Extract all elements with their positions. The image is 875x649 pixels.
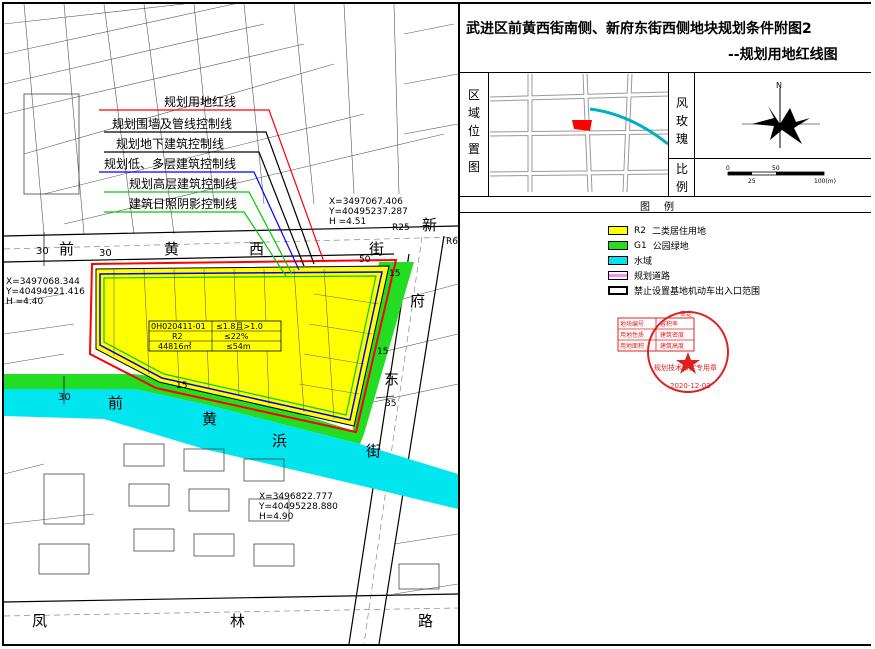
street-xfdj-4: 街 <box>366 442 381 460</box>
stamp-top: 审定 <box>680 310 692 318</box>
dim-6: 35 <box>385 399 396 409</box>
dim-5: 15 <box>377 347 388 357</box>
stamp-date: 2020-12-03 <box>670 382 711 390</box>
dim-9: R6 <box>446 237 458 247</box>
line-legend-3: 规划地下建筑控制线 <box>116 136 224 151</box>
divider-legend-title <box>460 212 871 213</box>
legend-item-no-entrance: 禁止设置基地机动车出入口范围 <box>608 284 760 297</box>
street-fll-3: 路 <box>418 612 433 630</box>
divider-scale <box>668 158 871 159</box>
scale-tick-50: 50 <box>772 165 780 172</box>
coord-3-x: X=3496822.777 <box>259 492 333 502</box>
street-fll-2: 林 <box>230 612 245 630</box>
location-label: 区域位置图 <box>467 88 480 174</box>
street-xfdj-2: 府 <box>410 292 425 310</box>
street-xfdj-3: 东 <box>384 370 399 388</box>
dim-7: 15 <box>176 381 187 391</box>
scale-tick-0: 0 <box>726 165 730 172</box>
street-qhxj-3: 西 <box>249 240 264 258</box>
legend-swatch <box>608 286 628 295</box>
coord-2-x: X=3497068.344 <box>6 277 80 287</box>
coord-2-y: Y=40494921.416 <box>5 287 85 297</box>
parcel-use: R2 <box>172 332 183 341</box>
coord-3-y: Y=40495228.880 <box>258 502 338 512</box>
parcel-code: 0H020411-01 <box>151 322 206 331</box>
divider-v2 <box>668 72 669 196</box>
dim-1: 30 <box>36 246 49 257</box>
coord-3-h: H=4.90 <box>259 512 294 522</box>
river-qhb-1: 前 <box>108 394 123 412</box>
river-qhb-2: 黄 <box>202 410 217 428</box>
parcel-density: ≤22% <box>224 332 249 341</box>
legend-text: 水域 <box>634 257 653 267</box>
scale-bar: 0 25 50 100(m) <box>726 165 836 185</box>
line-legend-6: 建筑日照阴影控制线 <box>129 196 237 211</box>
parcel-height: ≤54m <box>226 342 251 351</box>
legend-text: 公园绿地 <box>652 242 689 252</box>
legend-swatch <box>608 256 628 265</box>
approval-stamp: 地块编号 容积率 用地性质 建筑密度 用地面积 建筑高度 审定 规划技术审定专用… <box>617 310 729 393</box>
stamp-cell-3: 用地性质 <box>620 331 644 339</box>
north-label: N <box>776 81 782 90</box>
dim-8: R25 <box>392 223 410 233</box>
divider-legend-top <box>460 196 871 197</box>
legend-swatch <box>608 241 628 250</box>
river-qhb-3: 浜 <box>272 432 287 450</box>
stamp-cell-2: 容积率 <box>660 320 678 328</box>
line-legend-1: 规划用地红线 <box>164 94 236 109</box>
legend-text: 禁止设置基地机动车出入口范围 <box>634 287 761 297</box>
scale-tick-100: 100(m) <box>814 178 836 185</box>
legend-item-g1: G1 公园绿地 <box>608 239 689 252</box>
stamp-cell-4: 建筑密度 <box>660 331 684 339</box>
wind-rose-label: 风玫瑰 <box>675 96 688 146</box>
dim-4: 15 <box>389 269 400 279</box>
legend-code: R2 <box>634 225 646 236</box>
street-xfdj-1: 新 <box>422 216 437 234</box>
legend-title: 图例 <box>640 202 688 213</box>
legend-swatch <box>608 226 628 235</box>
line-legend-2: 规划围墙及管线控制线 <box>112 116 232 131</box>
divider-v1 <box>488 72 489 196</box>
parcel-info-box: 0H020411-01 ≤1.8且>1.0 R2 ≤22% 44816㎡ ≤54… <box>148 320 282 352</box>
drawing-title: 武进区前黄西街南侧、新府东街西侧地块规划条件附图2 <box>466 21 812 37</box>
legend-code: G1 <box>634 240 647 251</box>
legend-leaders <box>99 109 325 277</box>
street-qhxj-4: 街 <box>369 240 384 258</box>
legend-text: 规划道路 <box>634 272 671 282</box>
wind-rose-icon: N <box>742 81 820 148</box>
stamp-cell-1: 地块编号 <box>620 320 644 328</box>
line-legend-4: 规划低、多层建筑控制线 <box>104 156 236 171</box>
legend-item-road: 规划道路 <box>608 269 670 282</box>
map-canvas: 规划用地红线 规划围墙及管线控制线 规划地下建筑控制线 规划低、多层建筑控制线 … <box>4 4 458 644</box>
scale-tick-25: 25 <box>748 178 756 185</box>
legend-item-r2: R2 二类居住用地 <box>608 224 706 237</box>
divider-v3 <box>694 72 695 196</box>
scale-label: 比例 <box>675 162 688 194</box>
coord-1-h: H =4.51 <box>329 217 366 227</box>
info-panel: 武进区前黄西街南侧、新府东街西侧地块规划条件附图2 --规划用地红线图 区域位置… <box>458 4 871 644</box>
street-qhxj-1: 前 <box>59 240 74 258</box>
parcel-area: 44816㎡ <box>158 342 191 351</box>
drawing-subtitle: --规划用地红线图 <box>728 47 838 63</box>
divider-title <box>460 72 871 73</box>
stamp-cell-5: 用地面积 <box>620 342 644 350</box>
coord-2-h: H =4.40 <box>6 297 43 307</box>
street-qhxj-2: 黄 <box>164 240 179 258</box>
red-line-map: 规划用地红线 规划围墙及管线控制线 规划地下建筑控制线 规划低、多层建筑控制线 … <box>4 4 458 644</box>
legend-swatch <box>608 271 628 280</box>
location-map <box>490 74 668 192</box>
dim-2: 30 <box>99 248 112 259</box>
street-fll-1: 凤 <box>32 612 47 630</box>
legend-item-water: 水域 <box>608 254 652 267</box>
coord-1-y: Y=40495237.287 <box>328 207 408 217</box>
line-legend-5: 规划高层建筑控制线 <box>129 176 237 191</box>
dim-10: 30 <box>58 392 71 403</box>
legend-text: 二类居住用地 <box>651 227 706 237</box>
parcel-far: ≤1.8且>1.0 <box>216 322 263 331</box>
coord-1-x: X=3497067.406 <box>329 197 403 207</box>
stamp-cell-6: 建筑高度 <box>660 342 684 350</box>
